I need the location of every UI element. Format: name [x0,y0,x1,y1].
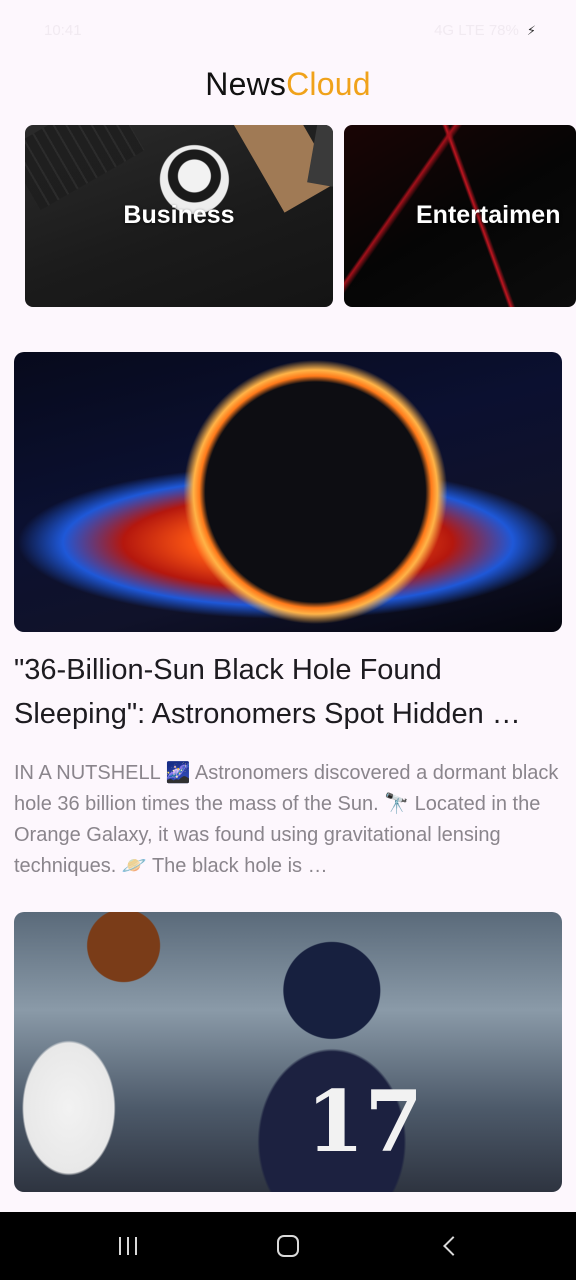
category-label-entertainment: Entertaimen [416,201,561,229]
category-card-entertainment[interactable]: Entertaimen [344,125,576,307]
charging-icon: ⚡ [526,22,536,38]
app-title-news: News [205,66,287,102]
category-card-business[interactable]: Business [25,125,333,307]
recents-button[interactable] [88,1212,168,1280]
article-summary[interactable]: IN A NUTSHELL 🌌 Astronomers discovered a… [14,758,562,882]
keyboard-image [25,125,145,211]
status-indicators: 4G LTE 78% ⚡ [434,22,536,39]
article-image-black-hole[interactable] [14,352,562,632]
back-icon [443,1236,463,1256]
status-bar: 10:41 4G LTE 78% ⚡ [0,0,576,62]
article-title[interactable]: "36-Billion-Sun Black Hole Found Sleepin… [14,648,562,736]
jersey-number: 17 [306,1072,423,1171]
back-button[interactable] [410,1212,490,1280]
recents-icon [119,1237,137,1255]
app-title: NewsCloud [0,66,576,103]
status-time: 10:41 [44,22,82,39]
category-carousel[interactable]: Business Entertaimen [0,125,576,307]
home-icon [277,1235,299,1257]
status-indicators-text: 4G LTE 78% [434,22,519,39]
article-image-football[interactable]: 17 [14,912,562,1192]
app-title-cloud: Cloud [286,66,371,102]
category-label-business: Business [123,201,235,229]
calculator-image [307,125,333,187]
navigation-bar [0,1212,576,1280]
home-button[interactable] [248,1212,328,1280]
